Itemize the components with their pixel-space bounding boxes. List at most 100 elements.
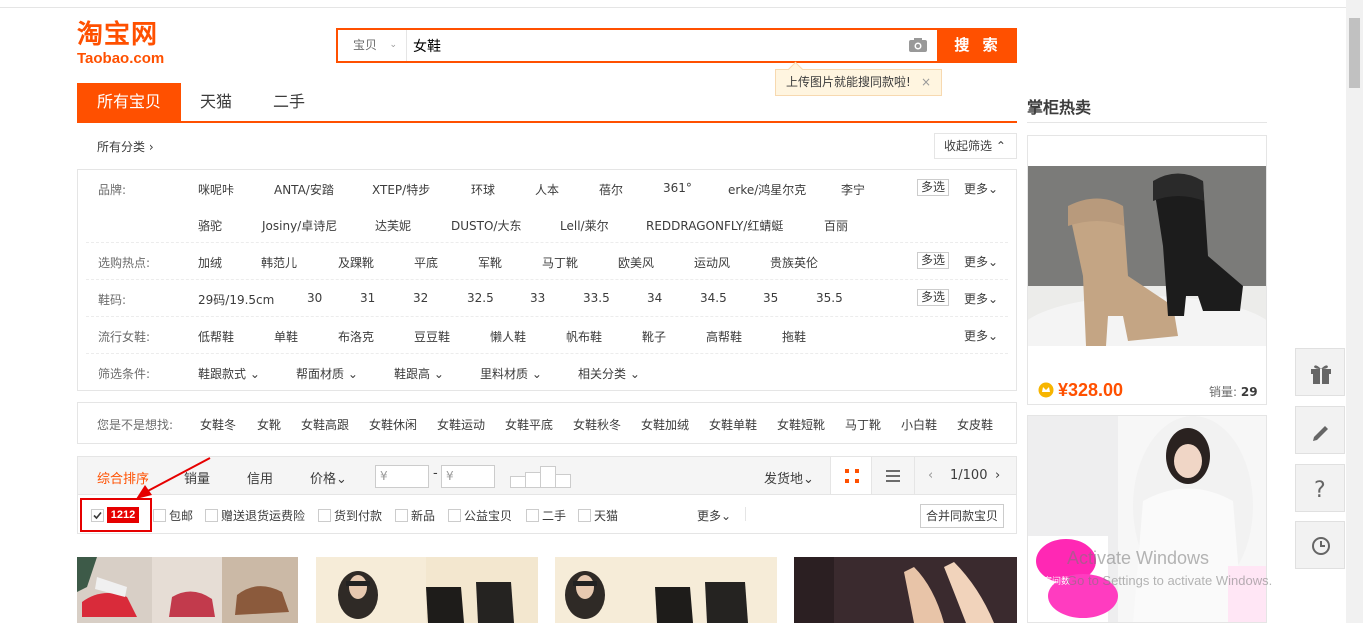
size-item[interactable]: 29码/19.5cm bbox=[198, 291, 274, 308]
size-item[interactable]: 31 bbox=[360, 291, 375, 305]
condition-dropdown[interactable]: 鞋跟高 ⌄ bbox=[394, 365, 444, 382]
brand-item[interactable]: 361° bbox=[663, 181, 692, 195]
checkbox-cod[interactable] bbox=[318, 509, 331, 522]
brand-item[interactable]: 达芙妮 bbox=[375, 217, 411, 234]
suggestion-link[interactable]: 女鞋加绒 bbox=[641, 416, 689, 433]
suggestion-link[interactable]: 女鞋单鞋 bbox=[709, 416, 757, 433]
product-image-1[interactable] bbox=[77, 557, 298, 623]
hot-item[interactable]: 军靴 bbox=[478, 254, 502, 271]
brand-item[interactable]: 骆驼 bbox=[198, 217, 222, 234]
gift-button[interactable] bbox=[1295, 348, 1345, 396]
more-button[interactable]: 更多⌄ bbox=[964, 180, 998, 197]
checkbox-free-shipping[interactable] bbox=[153, 509, 166, 522]
prev-page-button[interactable]: ‹ bbox=[928, 468, 933, 483]
brand-item[interactable]: 环球 bbox=[471, 181, 495, 198]
more-button[interactable]: 更多⌄ bbox=[964, 327, 998, 344]
product-image-4[interactable] bbox=[794, 557, 1017, 623]
tab-all[interactable]: 所有宝贝 bbox=[77, 83, 181, 121]
collapse-filter-button[interactable]: 收起筛选 ⌃ bbox=[934, 133, 1017, 159]
suggestion-link[interactable]: 女鞋运动 bbox=[437, 416, 485, 433]
checkbox-tmall[interactable] bbox=[578, 509, 591, 522]
popular-item[interactable]: 懒人鞋 bbox=[490, 328, 526, 345]
size-item[interactable]: 35.5 bbox=[816, 291, 843, 305]
search-type-select[interactable]: 宝贝 ⌄ bbox=[338, 30, 407, 61]
suggestion-link[interactable]: 女鞋高跟 bbox=[301, 416, 349, 433]
list-view-button[interactable] bbox=[872, 457, 914, 494]
all-categories-link[interactable]: 所有分类 › bbox=[97, 138, 154, 155]
camera-icon[interactable] bbox=[909, 38, 927, 52]
search-button[interactable]: 搜 索 bbox=[939, 28, 1017, 63]
sort-credit[interactable]: 信用 bbox=[247, 468, 273, 487]
suggestion-link[interactable]: 女鞋休闲 bbox=[369, 416, 417, 433]
brand-item[interactable]: 李宁 bbox=[841, 181, 865, 198]
popular-item[interactable]: 布洛克 bbox=[338, 328, 374, 345]
more-button[interactable]: 更多⌄ bbox=[964, 290, 998, 307]
condition-dropdown[interactable]: 相关分类 ⌄ bbox=[578, 365, 640, 382]
popular-item[interactable]: 靴子 bbox=[642, 328, 666, 345]
hot-item[interactable]: 运动风 bbox=[694, 254, 730, 271]
suggestion-link[interactable]: 马丁靴 bbox=[845, 416, 881, 433]
brand-item[interactable]: 人本 bbox=[535, 181, 559, 198]
brand-item[interactable]: 蓓尔 bbox=[599, 181, 623, 198]
tab-tmall[interactable]: 天猫 bbox=[181, 83, 251, 121]
brand-item[interactable]: Lell/莱尔 bbox=[560, 217, 609, 234]
checkbox-secondhand[interactable] bbox=[526, 509, 539, 522]
next-page-button[interactable]: › bbox=[995, 468, 1000, 483]
popular-item[interactable]: 高帮鞋 bbox=[706, 328, 742, 345]
more-button[interactable]: 更多⌄ bbox=[964, 253, 998, 270]
size-item[interactable]: 34 bbox=[647, 291, 662, 305]
multi-select-button[interactable]: 多选 bbox=[917, 252, 949, 269]
suggestion-link[interactable]: 小白鞋 bbox=[901, 416, 937, 433]
history-button[interactable] bbox=[1295, 521, 1345, 569]
suggestion-link[interactable]: 女靴 bbox=[257, 416, 281, 433]
feedback-button[interactable] bbox=[1295, 406, 1345, 454]
scrollbar[interactable] bbox=[1346, 0, 1363, 623]
brand-item[interactable]: 百丽 bbox=[824, 217, 848, 234]
hot-item-card-2[interactable]: c家间数 bbox=[1027, 415, 1267, 623]
scrollbar-thumb[interactable] bbox=[1349, 18, 1360, 88]
popular-item[interactable]: 低帮鞋 bbox=[198, 328, 234, 345]
price-from-input[interactable]: ¥ bbox=[375, 465, 429, 488]
checkbox-new[interactable] bbox=[395, 509, 408, 522]
size-item[interactable]: 32.5 bbox=[467, 291, 494, 305]
brand-item[interactable]: erke/鸿星尔克 bbox=[728, 181, 806, 198]
brand-item[interactable]: Josiny/卓诗尼 bbox=[262, 217, 337, 234]
checkbox-return-insurance[interactable] bbox=[205, 509, 218, 522]
multi-select-button[interactable]: 多选 bbox=[917, 179, 949, 196]
hot-item[interactable]: 及踝靴 bbox=[338, 254, 374, 271]
size-item[interactable]: 30 bbox=[307, 291, 322, 305]
size-item[interactable]: 32 bbox=[413, 291, 428, 305]
suggestion-link[interactable]: 女鞋冬 bbox=[200, 416, 236, 433]
size-item[interactable]: 33 bbox=[530, 291, 545, 305]
popular-item[interactable]: 拖鞋 bbox=[782, 328, 806, 345]
suggestion-link[interactable]: 女鞋秋冬 bbox=[573, 416, 621, 433]
product-image-3[interactable] bbox=[555, 557, 777, 623]
help-button[interactable]: ? bbox=[1295, 464, 1345, 512]
size-item[interactable]: 35 bbox=[763, 291, 778, 305]
merge-same-items-button[interactable]: 合并同款宝贝 bbox=[920, 504, 1004, 528]
brand-item[interactable]: XTEP/特步 bbox=[372, 181, 430, 198]
popular-item[interactable]: 帆布鞋 bbox=[566, 328, 602, 345]
tab-secondhand[interactable]: 二手 bbox=[253, 83, 325, 121]
product-image-2[interactable] bbox=[316, 557, 538, 623]
suggestion-link[interactable]: 女鞋平底 bbox=[505, 416, 553, 433]
location-dropdown[interactable]: 发货地⌄ bbox=[764, 468, 814, 487]
price-to-input[interactable]: ¥ bbox=[441, 465, 495, 488]
size-item[interactable]: 34.5 bbox=[700, 291, 727, 305]
hot-item-card[interactable] bbox=[1027, 135, 1267, 405]
multi-select-button[interactable]: 多选 bbox=[917, 289, 949, 306]
hot-item[interactable]: 加绒 bbox=[198, 254, 222, 271]
hot-item[interactable]: 马丁靴 bbox=[542, 254, 578, 271]
popular-item[interactable]: 豆豆鞋 bbox=[414, 328, 450, 345]
sort-price[interactable]: 价格⌄ bbox=[310, 468, 347, 487]
suggestion-link[interactable]: 女鞋短靴 bbox=[777, 416, 825, 433]
condition-dropdown[interactable]: 里料材质 ⌄ bbox=[480, 365, 542, 382]
grid-view-button[interactable] bbox=[830, 457, 872, 494]
hot-item[interactable]: 欧美风 bbox=[618, 254, 654, 271]
taobao-logo[interactable]: 淘宝网 Taobao.com bbox=[77, 20, 187, 67]
suggestion-link[interactable]: 女皮鞋 bbox=[957, 416, 993, 433]
checkbox-charity[interactable] bbox=[448, 509, 461, 522]
more-options-button[interactable]: 更多⌄ bbox=[697, 507, 731, 524]
condition-dropdown[interactable]: 帮面材质 ⌄ bbox=[296, 365, 358, 382]
hot-item[interactable]: 贵族英伦 bbox=[770, 254, 818, 271]
